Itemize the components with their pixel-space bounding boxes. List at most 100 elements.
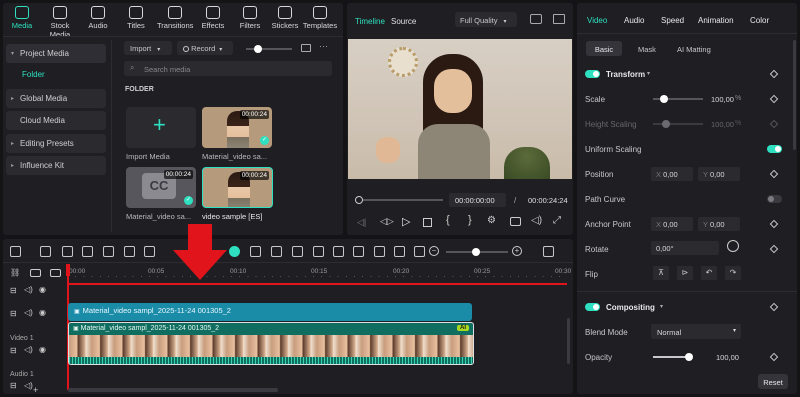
tab-speed[interactable]: Speed [661,16,684,25]
opacity-value[interactable]: 100,00 [716,353,739,362]
rotate-dial-icon[interactable] [727,240,739,252]
render-icon[interactable] [543,246,554,257]
visibility-eye-icon[interactable]: ◉ [39,308,46,317]
media-clip-thumbnail[interactable]: 00:00:24 ✓ [202,107,272,148]
speed-icon[interactable] [271,246,282,257]
undo-icon[interactable] [62,246,73,257]
transform-toggle[interactable] [585,70,600,78]
tab-media[interactable]: Media [4,4,40,36]
scale-slider[interactable] [653,95,703,103]
slider-knob[interactable] [660,95,668,103]
tab-timeline[interactable]: Timeline [355,17,385,26]
path-curve-toggle[interactable] [767,195,782,203]
track-lock-icon[interactable]: ⊟ [10,346,17,355]
current-time-display[interactable]: 00:00:00:00 [449,193,506,207]
visibility-eye-icon[interactable]: ◉ [39,345,46,354]
timeline-scrollbar[interactable] [68,388,278,392]
stop-icon[interactable] [423,218,432,227]
volume-icon[interactable]: ◁) [531,215,542,226]
tab-templates[interactable]: Templates [302,4,338,36]
subtab-ai-matting[interactable]: AI Matting [677,45,711,54]
video-preview-frame[interactable] [348,39,572,179]
play-icon[interactable]: ▷ [402,215,410,228]
render-settings-icon[interactable]: ⚙ [487,215,496,226]
zoom-out-icon[interactable]: − [429,246,439,256]
slider-knob[interactable] [472,248,480,256]
rotate-right-icon[interactable]: ↷ [725,266,741,280]
tab-titles[interactable]: Titles [118,4,154,36]
tab-effects[interactable]: Effects [195,4,231,36]
tab-transitions[interactable]: Transitions [157,4,193,36]
tab-filters[interactable]: Filters [232,4,268,36]
crop-icon[interactable] [124,246,135,257]
shield-icon[interactable] [313,246,324,257]
step-back-icon[interactable]: ◁▷ [380,216,394,227]
import-button[interactable]: Import ▾ [124,41,172,55]
tab-stickers[interactable]: Stickers [267,4,303,36]
snap-link-icon[interactable]: ⛓ [10,268,20,277]
chevron-down-icon[interactable]: ▾ [660,303,663,310]
layout-icon[interactable] [10,246,21,257]
position-x-field[interactable]: X 0,00 [651,167,693,181]
zoom-in-icon[interactable]: + [512,246,522,256]
inspector-scrollbar[interactable] [793,40,796,150]
uniform-scaling-toggle[interactable] [767,145,782,153]
snapshot-tool-icon[interactable] [374,246,385,257]
keyframe-tool-icon[interactable] [353,246,364,257]
sidebar-item-influence-kit[interactable]: ▸ Influence Kit [6,156,106,175]
select-tool-icon[interactable] [40,246,51,257]
snapshot-image-icon[interactable] [553,14,565,24]
sidebar-item-editing-presets[interactable]: ▸ Editing Presets [6,134,106,153]
video-clip[interactable]: ▣ Material_video sampl_2025-11-24 001305… [68,322,474,365]
audio-mute-icon[interactable]: ◁) [24,381,33,390]
tab-audio[interactable]: Audio [624,16,644,25]
scale-value[interactable]: 100,00 [711,95,734,104]
chevron-down-icon[interactable]: ▾ [647,70,650,77]
add-icon[interactable]: + [33,385,38,395]
tab-stock-media[interactable]: Stock Media [42,4,78,39]
track-manager-icon[interactable] [50,269,61,277]
media-clip-thumbnail[interactable]: CC 00:00:24 ✓ [126,167,196,208]
tab-audio[interactable]: Audio [80,4,116,36]
rotate-field[interactable]: 0,00° [651,241,719,255]
redo-icon[interactable] [82,246,93,257]
thumbnail-size-slider[interactable] [246,45,292,53]
sidebar-item-project-media[interactable]: ▾ Project Media [6,44,106,63]
anchor-y-field[interactable]: Y 0,00 [698,217,740,231]
mark-in-icon[interactable]: { [446,214,450,226]
tab-video[interactable]: Video [587,16,607,25]
audio-mute-icon[interactable]: ◁) [24,285,33,294]
split-icon[interactable] [250,246,261,257]
grid-icon[interactable] [530,14,542,24]
tab-animation[interactable]: Animation [698,16,734,25]
position-y-field[interactable]: Y 0,00 [698,167,740,181]
timeline-zoom-slider[interactable] [446,248,508,256]
text-icon[interactable] [144,246,155,257]
mark-out-icon[interactable]: } [468,214,472,226]
flip-vertical-icon[interactable]: ⊼ [653,266,669,280]
slider-knob[interactable] [254,45,262,53]
audio-mute-icon[interactable]: ◁) [24,345,33,354]
ai-tool-icon[interactable] [229,246,240,257]
delete-icon[interactable] [103,246,114,257]
slider-knob[interactable] [685,353,693,361]
sidebar-item-global-media[interactable]: ▸ Global Media [6,89,106,108]
flip-horizontal-icon[interactable]: ⊳ [677,266,693,280]
more-icon[interactable]: ··· [319,41,328,51]
filter-icon[interactable] [301,44,311,52]
previous-frame-icon[interactable]: ◁| [357,217,366,228]
record-button[interactable]: Record ▾ [177,41,233,55]
camera-snapshot-icon[interactable] [510,217,521,226]
scene-detect-icon[interactable] [414,246,425,257]
anchor-x-field[interactable]: X 0,00 [651,217,693,231]
add-track-icon[interactable] [30,269,41,277]
fullscreen-icon[interactable]: ⤢ [553,215,561,226]
tab-color[interactable]: Color [750,16,769,25]
rotate-left-icon[interactable]: ↶ [701,266,717,280]
scrubber-knob[interactable] [355,196,363,204]
import-media-tile[interactable]: + [126,107,196,148]
reset-button[interactable]: Reset [758,374,788,389]
track-lock-icon[interactable]: ⊟ [10,381,17,390]
track-lock-icon[interactable]: ⊟ [10,309,17,318]
marker-icon[interactable] [394,246,405,257]
